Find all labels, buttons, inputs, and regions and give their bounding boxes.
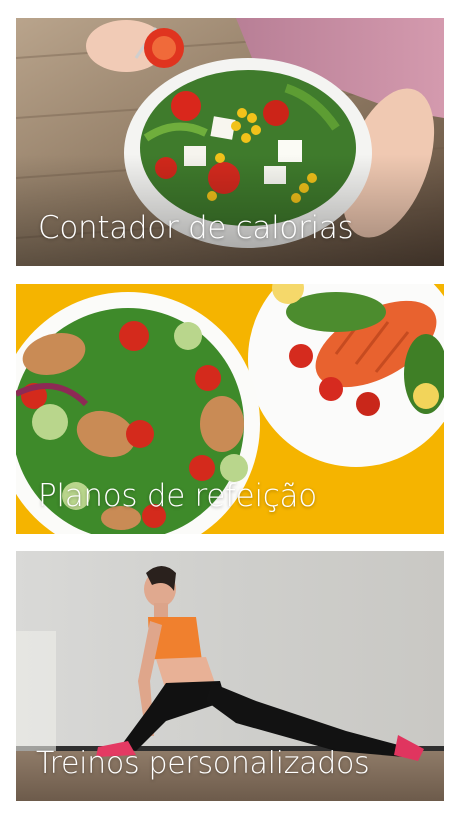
card-calorie-counter-label: Contador de calorias (38, 210, 354, 246)
card-meal-plans[interactable]: Planos de refeição (16, 284, 444, 534)
card-personalized-workouts-label: Treinos personalizados (36, 746, 370, 781)
card-meal-plans-label: Planos de refeição (38, 478, 317, 514)
card-personalized-workouts[interactable]: Treinos personalizados (16, 551, 444, 801)
card-calorie-counter[interactable]: Contador de calorias (16, 18, 444, 266)
feature-list: Contador de calorias Planos de refeição … (0, 0, 460, 818)
